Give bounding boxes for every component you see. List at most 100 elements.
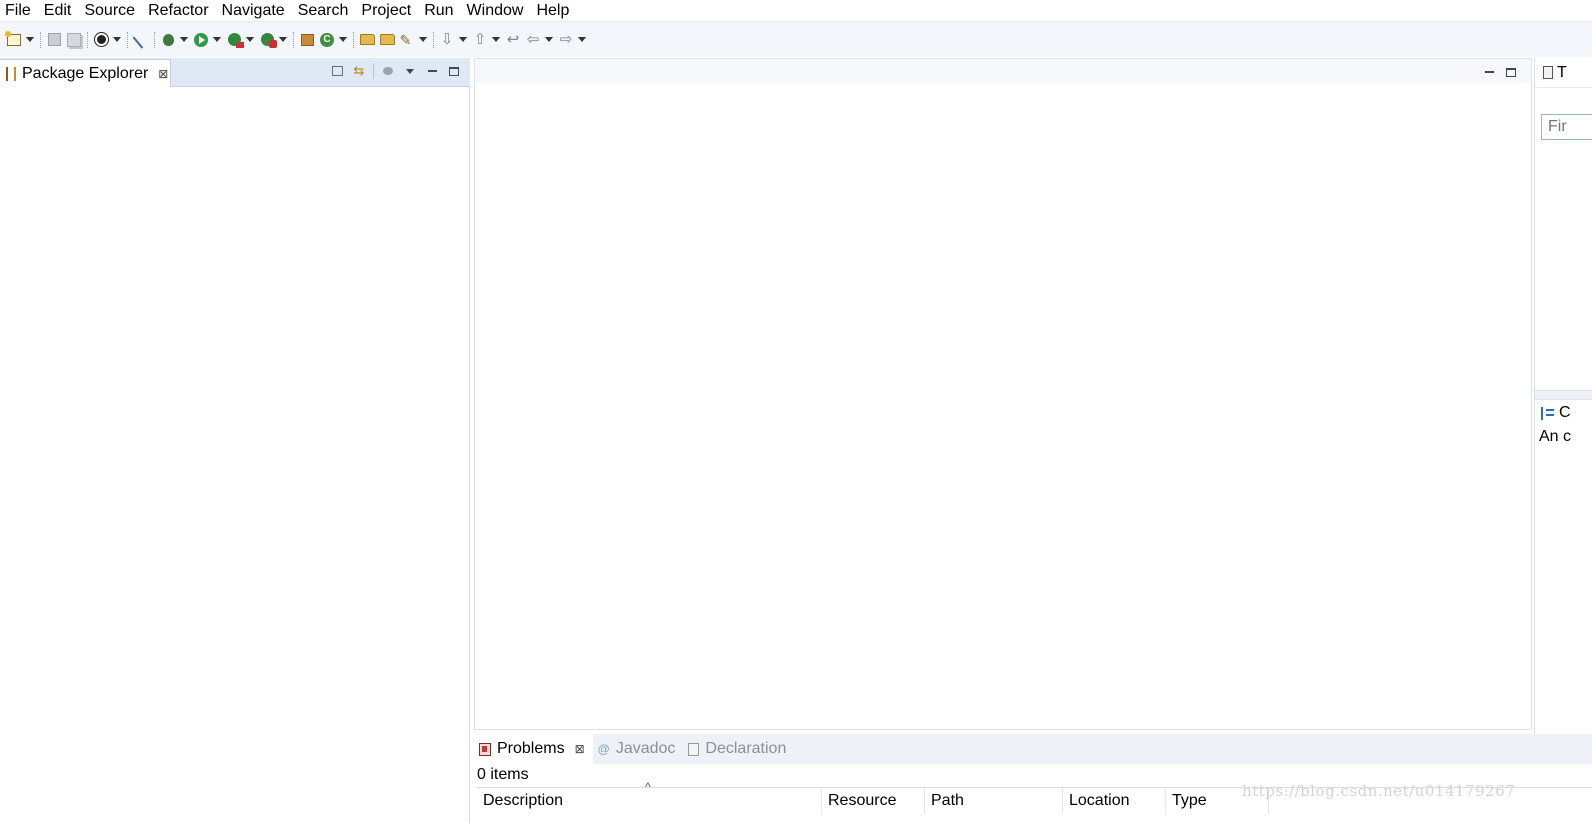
editor-area xyxy=(474,58,1532,730)
menu-project[interactable]: Project xyxy=(359,1,418,21)
new-class-dropdown[interactable] xyxy=(338,31,348,49)
toolbar-separator xyxy=(154,31,155,48)
menu-help[interactable]: Help xyxy=(534,1,576,21)
toolbar-separator xyxy=(87,31,88,48)
debug-dropdown[interactable] xyxy=(179,31,189,49)
tab-package-explorer[interactable]: Package Explorer ⊠ xyxy=(0,59,171,87)
main-toolbar: C ✎ ⇩ ⇧ ↩ ⇦ ⇨ xyxy=(0,21,1592,57)
tab-declaration[interactable]: Declaration xyxy=(683,734,794,764)
tab-outline[interactable]: C xyxy=(1535,400,1592,426)
column-path-label: Path xyxy=(931,792,964,809)
menu-refactor[interactable]: Refactor xyxy=(146,1,215,21)
problems-tab-label: Problems xyxy=(497,740,565,757)
search-dropdown[interactable] xyxy=(418,31,428,49)
close-icon[interactable]: ⊠ xyxy=(158,67,168,81)
new-package-icon[interactable] xyxy=(298,31,316,49)
menu-edit[interactable]: Edit xyxy=(42,1,79,21)
tab-task-list[interactable]: T xyxy=(1535,58,1592,88)
last-edit-location-icon[interactable]: ↩ xyxy=(504,31,522,49)
forward-dropdown[interactable] xyxy=(577,31,587,49)
menu-bar: File Edit Source Refactor Navigate Searc… xyxy=(0,0,1592,21)
menu-window[interactable]: Window xyxy=(465,1,531,21)
minimize-icon[interactable] xyxy=(424,63,440,79)
external-tools-icon[interactable] xyxy=(258,31,277,49)
previous-annotation-dropdown[interactable] xyxy=(491,31,501,49)
view-sash[interactable] xyxy=(1535,390,1592,400)
menu-run[interactable]: Run xyxy=(422,1,460,21)
package-explorer-header: Package Explorer ⊠ ⇆ xyxy=(0,58,470,87)
problems-view: Problems ⊠ @ Javadoc Declaration 0 items… xyxy=(474,734,1592,823)
outline-title: C xyxy=(1559,404,1571,421)
editor-canvas[interactable] xyxy=(475,83,1531,729)
save-all-icon[interactable] xyxy=(65,31,83,49)
profile-icon[interactable] xyxy=(92,31,110,49)
back-dropdown[interactable] xyxy=(544,31,554,49)
right-views: T C An c xyxy=(1534,58,1592,823)
package-explorer-title: Package Explorer xyxy=(22,64,149,82)
collapse-all-icon[interactable] xyxy=(329,63,345,79)
package-explorer-icon xyxy=(6,66,16,81)
previous-annotation-icon[interactable]: ⇧ xyxy=(471,31,489,49)
column-resource-label: Resource xyxy=(828,792,897,809)
open-task-icon[interactable] xyxy=(378,31,396,49)
next-annotation-dropdown[interactable] xyxy=(458,31,468,49)
declaration-icon xyxy=(688,742,700,756)
column-header-path[interactable]: Path xyxy=(925,788,1063,814)
menu-file[interactable]: File xyxy=(3,1,38,21)
forward-icon[interactable]: ⇨ xyxy=(557,31,575,49)
problems-item-count: 0 items xyxy=(477,766,529,783)
task-find-input[interactable] xyxy=(1541,114,1592,140)
run-icon[interactable] xyxy=(192,31,210,49)
javadoc-tab-label: Javadoc xyxy=(615,740,676,757)
maximize-icon[interactable] xyxy=(1503,64,1519,80)
package-explorer-toolbar: ⇆ xyxy=(323,63,462,79)
open-type-icon[interactable] xyxy=(358,31,376,49)
toolbar-separator xyxy=(353,31,354,48)
coverage-icon[interactable] xyxy=(225,31,244,49)
next-annotation-icon[interactable]: ⇩ xyxy=(438,31,456,49)
new-wizard-icon[interactable] xyxy=(5,30,23,49)
toolbar-separator xyxy=(293,31,294,48)
column-description-label: Description xyxy=(483,792,564,809)
menu-navigate[interactable]: Navigate xyxy=(220,1,292,21)
tab-problems[interactable]: Problems ⊠ xyxy=(474,734,593,764)
watermark: https://blog.csdn.net/u014179267 xyxy=(1242,782,1516,800)
filter-icon[interactable] xyxy=(380,63,396,79)
save-icon[interactable] xyxy=(45,31,63,49)
toolbar-separator xyxy=(127,31,128,48)
task-list-title: T xyxy=(1557,63,1567,81)
new-wizard-dropdown[interactable] xyxy=(25,31,35,49)
bottom-tab-bar: Problems ⊠ @ Javadoc Declaration xyxy=(474,734,1592,764)
column-type-label: Type xyxy=(1172,792,1207,809)
external-tools-dropdown[interactable] xyxy=(278,31,288,49)
back-icon[interactable]: ⇦ xyxy=(524,31,542,49)
toggle-breakpoint-icon[interactable] xyxy=(132,30,150,49)
package-explorer-view: Package Explorer ⊠ ⇆ xyxy=(0,58,470,823)
minimize-icon[interactable] xyxy=(1481,64,1497,80)
run-dropdown[interactable] xyxy=(212,31,222,49)
debug-icon[interactable] xyxy=(159,31,177,49)
menu-search[interactable]: Search xyxy=(296,1,356,21)
close-icon[interactable]: ⊠ xyxy=(575,742,585,756)
sort-ascending-icon: ^ xyxy=(645,780,651,794)
toolbar-separator xyxy=(40,31,41,48)
outline-message: An c xyxy=(1539,428,1572,445)
profile-dropdown[interactable] xyxy=(112,31,122,49)
column-header-description[interactable]: Description ^ xyxy=(477,780,822,814)
coverage-dropdown[interactable] xyxy=(245,31,255,49)
toolbar-separator xyxy=(373,63,374,79)
column-location-label: Location xyxy=(1069,792,1130,809)
link-with-editor-icon[interactable]: ⇆ xyxy=(351,63,367,79)
search-icon[interactable]: ✎ xyxy=(398,31,416,49)
javadoc-icon: @ xyxy=(597,742,610,756)
new-class-icon[interactable]: C xyxy=(318,31,336,49)
column-header-resource[interactable]: Resource xyxy=(822,788,925,814)
toolbar-separator xyxy=(433,31,434,48)
problems-icon xyxy=(479,742,491,756)
view-menu-icon[interactable] xyxy=(402,63,418,79)
tab-javadoc[interactable]: @ Javadoc xyxy=(593,734,684,764)
maximize-icon[interactable] xyxy=(446,63,462,79)
column-header-location[interactable]: Location xyxy=(1063,788,1166,814)
declaration-tab-label: Declaration xyxy=(705,740,787,757)
menu-source[interactable]: Source xyxy=(82,1,142,21)
